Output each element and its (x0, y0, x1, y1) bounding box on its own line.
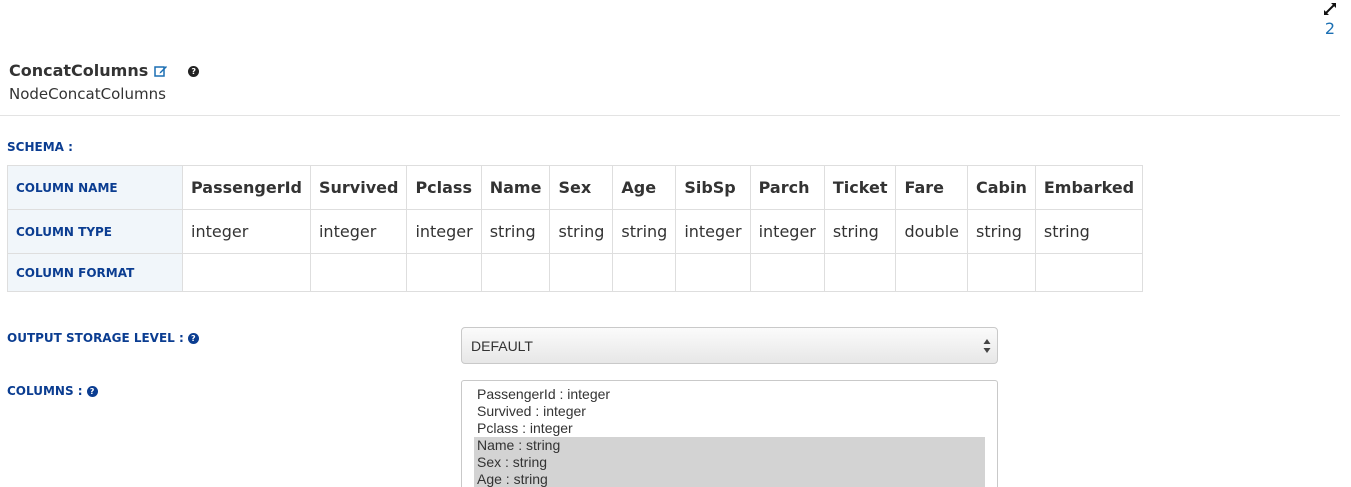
schema-cell-format (612, 253, 677, 292)
schema-cell-type: string (480, 209, 551, 254)
schema-cell-format (749, 253, 825, 292)
schema-cell-name: Fare (895, 165, 968, 210)
column-option[interactable]: Name : string (474, 437, 985, 454)
schema-table: COLUMN NAME PassengerId Survived Pclass Name… (7, 165, 1144, 292)
node-count-link[interactable]: 2 (1320, 19, 1340, 39)
schema-cell-type: string (1034, 209, 1144, 254)
schema-cell-type: integer (749, 209, 825, 254)
column-option[interactable]: Survived : integer (474, 403, 985, 420)
node-subtitle: NodeConcatColumns (9, 85, 166, 103)
schema-cell-type: integer (309, 209, 408, 254)
schema-cell-format (675, 253, 751, 292)
schema-cell-name: PassengerId (182, 165, 311, 210)
schema-cell-name: Cabin (967, 165, 1036, 210)
storage-level-label: OUTPUT STORAGE LEVEL : ? (7, 331, 199, 345)
question-circle-icon[interactable]: ? (187, 332, 199, 344)
storage-level-value: DEFAULT (471, 337, 533, 354)
schema-cell-type: integer (406, 209, 482, 254)
column-option[interactable]: Pclass : integer (474, 420, 985, 437)
question-circle-icon[interactable]: ? (188, 65, 200, 77)
schema-cell-name: Embarked (1034, 165, 1144, 210)
schema-cell-name: Age (612, 165, 677, 210)
schema-cell-name: Survived (309, 165, 408, 210)
schema-row-format: COLUMN FORMAT (7, 253, 1144, 292)
schema-cell-type: integer (182, 209, 311, 254)
node-header: ConcatColumns ? NodeConcatColumns (9, 60, 200, 103)
column-option[interactable]: Age : string (474, 471, 985, 487)
schema-cell-format (182, 253, 311, 292)
column-option[interactable]: Sex : string (474, 454, 985, 471)
schema-cell-format (549, 253, 614, 292)
schema-cell-format (823, 253, 897, 292)
edit-icon[interactable] (154, 64, 168, 78)
schema-cell-name: SibSp (675, 165, 751, 210)
schema-cell-format (1034, 253, 1144, 292)
schema-cell-format (967, 253, 1036, 292)
header-divider (0, 115, 1340, 116)
schema-label: SCHEMA : (7, 140, 73, 154)
expand-arrows-icon[interactable] (1323, 2, 1337, 16)
node-title: ConcatColumns (9, 60, 149, 80)
schema-cell-format (309, 253, 408, 292)
schema-cell-name: Ticket (823, 165, 897, 210)
schema-cell-name: Sex (549, 165, 614, 210)
schema-cell-format (406, 253, 482, 292)
schema-row-type: COLUMN TYPE integer integer integer string st… (7, 209, 1144, 254)
schema-cell-type: string (612, 209, 677, 254)
schema-cell-type: integer (675, 209, 751, 254)
question-circle-icon[interactable]: ? (86, 385, 98, 397)
schema-cell-name: Name (480, 165, 551, 210)
schema-cell-type: string (549, 209, 614, 254)
columns-label: COLUMNS : ? (7, 384, 98, 398)
columns-multiselect[interactable]: PassengerId : integer Survived : integer P… (461, 380, 998, 487)
schema-row-label: COLUMN FORMAT (7, 253, 183, 292)
schema-row-label: COLUMN NAME (7, 165, 183, 210)
schema-cell-format (480, 253, 551, 292)
select-arrows-icon (983, 339, 991, 353)
column-option[interactable]: PassengerId : integer (474, 386, 985, 403)
schema-cell-type: string (823, 209, 897, 254)
schema-row-label: COLUMN TYPE (7, 209, 183, 254)
schema-row-name: COLUMN NAME PassengerId Survived Pclass Name… (7, 165, 1144, 210)
storage-level-select[interactable]: DEFAULT (461, 327, 998, 364)
schema-cell-type: double (895, 209, 968, 254)
top-right-controls: 2 (1320, 2, 1340, 39)
schema-cell-name: Parch (749, 165, 825, 210)
schema-cell-format (895, 253, 968, 292)
schema-cell-type: string (967, 209, 1036, 254)
schema-cell-name: Pclass (406, 165, 482, 210)
